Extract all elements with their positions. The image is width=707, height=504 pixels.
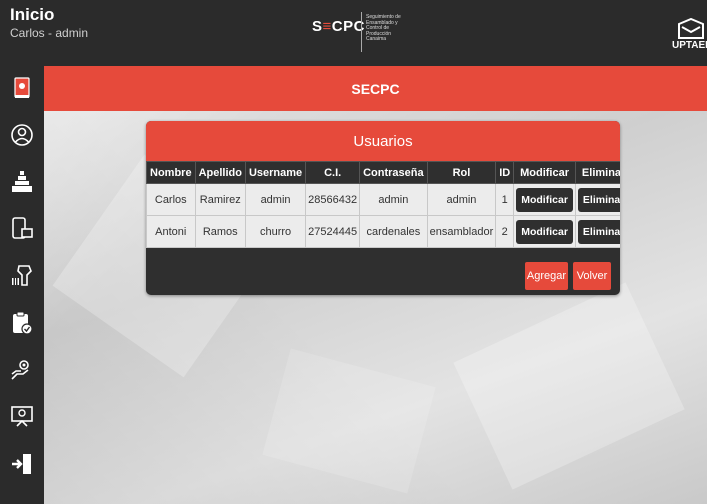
sidebar-item-presentation[interactable] — [0, 395, 44, 439]
uptaeb-logo-text: UPTAEB — [672, 40, 707, 51]
cell-apellido: Ramirez — [194, 183, 246, 216]
hand-gear-icon — [11, 360, 29, 380]
uptaeb-emblem-icon — [678, 18, 704, 39]
column-header: Contraseña — [359, 161, 428, 184]
users-table: Nombre Apellido Username C.I. Contraseña… — [146, 161, 620, 248]
cell-modificar: Modificar — [513, 183, 576, 216]
modify-button[interactable]: Modificar — [516, 219, 573, 244]
banner-title: SECPC — [351, 80, 400, 97]
column-header: Eliminar — [574, 161, 620, 184]
sidebar-item-stats[interactable] — [0, 160, 44, 204]
cell-ci: 28566432 — [305, 183, 361, 216]
uptaeb-logo: UPTAEB — [670, 18, 707, 58]
cell-contrasena: admin — [359, 183, 428, 216]
cell-eliminar: Eliminar — [574, 215, 620, 248]
sidebar-item-hand-gear[interactable] — [0, 348, 44, 392]
secpc-logo-mark: S≡CPC — [312, 18, 365, 35]
back-button[interactable]: Volver — [573, 262, 611, 290]
sidebar — [0, 66, 44, 504]
cell-modificar: Modificar — [513, 215, 576, 248]
users-panel-title: Usuarios — [146, 121, 620, 161]
presentation-icon — [11, 406, 33, 427]
secpc-logo-tagline: Seguimiento de Ensamblado y Control de P… — [366, 14, 401, 43]
cell-id: 1 — [495, 183, 515, 216]
bg-facet — [453, 282, 685, 490]
secpc-logo: S≡CPC Seguimiento de Ensamblado y Contro… — [312, 12, 412, 52]
top-bar: Inicio Carlos - admin S≡CPC Seguimiento … — [0, 0, 707, 66]
column-header: C.I. — [305, 161, 361, 184]
exit-icon — [12, 454, 31, 474]
bg-facet — [262, 348, 436, 494]
sidebar-item-scanner[interactable] — [0, 254, 44, 298]
sidebar-item-devices[interactable] — [0, 207, 44, 251]
column-header: Username — [244, 161, 307, 184]
table-row: Carlos Ramirez admin 28566432 admin admi… — [146, 183, 620, 216]
cell-username: churro — [244, 215, 307, 248]
sidebar-item-exit[interactable] — [0, 442, 44, 486]
modify-button[interactable]: Modificar — [516, 187, 573, 212]
cell-nombre: Antoni — [146, 215, 196, 248]
cell-username: admin — [244, 183, 307, 216]
clipboard-check-icon — [13, 311, 33, 335]
cell-contrasena: cardenales — [359, 215, 428, 248]
add-user-button[interactable]: Agregar — [525, 262, 568, 290]
devices-icon — [12, 217, 33, 239]
page-title: Inicio — [10, 5, 55, 24]
user-subtitle: Carlos - admin — [10, 26, 89, 40]
cell-rol: admin — [426, 183, 497, 216]
column-header: ID — [495, 161, 515, 184]
delete-button[interactable]: Eliminar — [577, 219, 620, 244]
app-banner: SECPC — [44, 66, 707, 111]
column-header: Modificar — [513, 161, 576, 184]
sidebar-item-user[interactable] — [0, 113, 44, 157]
user-icon — [11, 124, 33, 146]
cell-eliminar: Eliminar — [574, 183, 620, 216]
logo-separator — [361, 12, 362, 52]
cell-nombre: Carlos — [146, 183, 196, 216]
cell-id: 2 — [495, 215, 515, 248]
stats-icon — [12, 171, 32, 192]
users-panel: Usuarios Nombre Apellido Username C.I. C… — [146, 121, 620, 295]
cell-apellido: Ramos — [194, 215, 246, 248]
sidebar-item-clipboard[interactable] — [0, 301, 44, 345]
book-icon — [14, 77, 30, 98]
scanner-icon — [12, 265, 32, 286]
delete-button[interactable]: Eliminar — [577, 187, 620, 212]
column-header: Rol — [426, 161, 497, 184]
sidebar-item-book[interactable] — [0, 66, 44, 110]
column-header: Apellido — [194, 161, 246, 184]
column-header: Nombre — [146, 161, 196, 184]
cell-rol: ensamblador — [426, 215, 497, 248]
cell-ci: 27524445 — [305, 215, 361, 248]
table-header-row: Nombre Apellido Username C.I. Contraseña… — [146, 161, 620, 184]
table-row: Antoni Ramos churro 27524445 cardenales … — [146, 215, 620, 248]
